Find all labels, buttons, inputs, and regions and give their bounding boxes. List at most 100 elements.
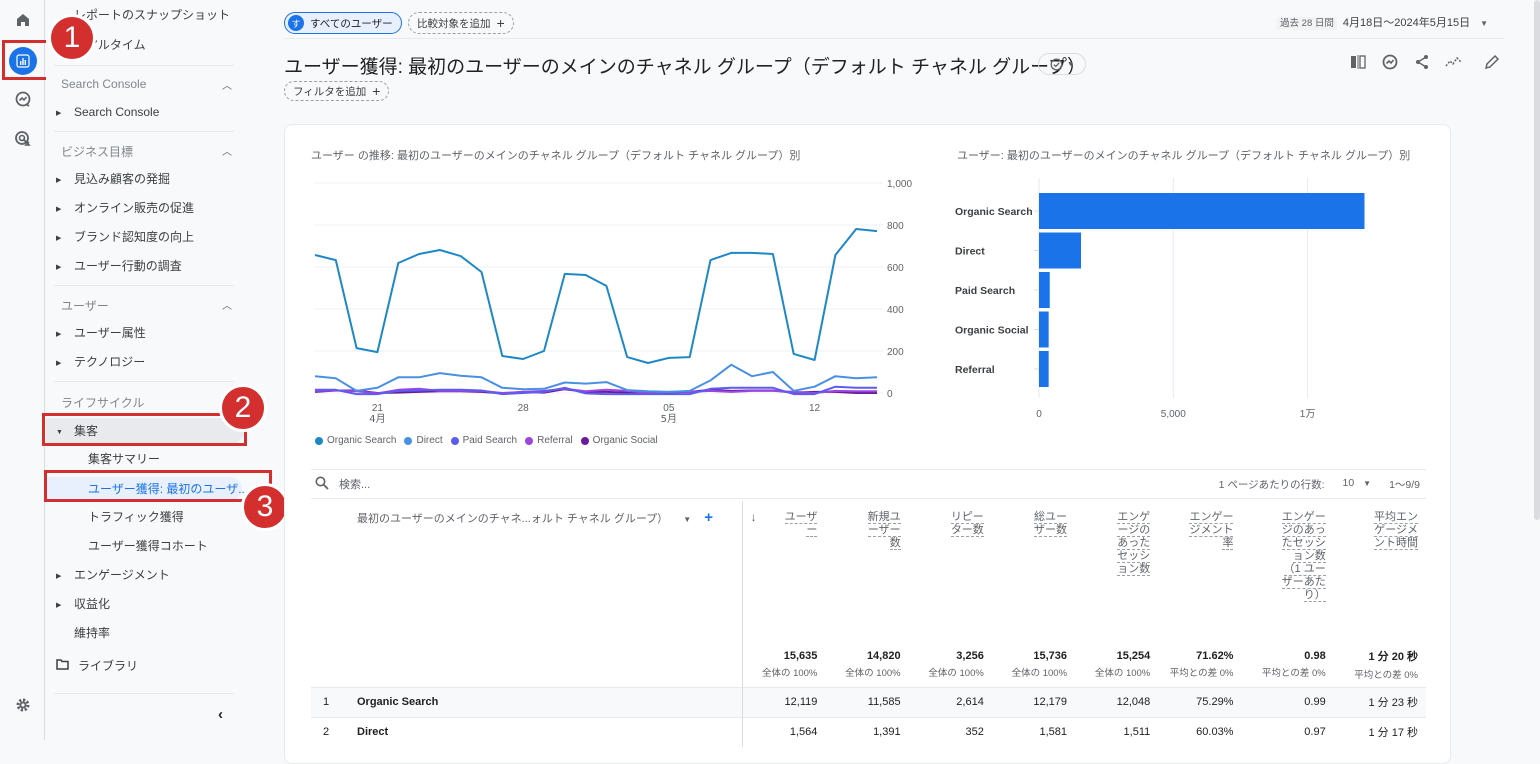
share-icon[interactable] xyxy=(1412,52,1432,72)
advertising-icon[interactable] xyxy=(8,124,38,154)
legend-label: Organic Search xyxy=(327,435,397,446)
table-cell: 1 分 17 秒 xyxy=(1333,716,1426,747)
date-range-picker[interactable]: 過去 28 日間 4月18日〜2024年5月15日 ▼ xyxy=(1277,14,1488,30)
x-tick-label: 21 xyxy=(372,403,384,414)
table-cell: 60.03% xyxy=(1158,716,1242,747)
sidebar-item-demographics[interactable]: ▶ ユーザー属性 xyxy=(56,321,146,345)
settings-icon[interactable] xyxy=(8,690,38,720)
category-label: Direct xyxy=(955,246,985,258)
annotation-badge-2: 2 xyxy=(219,384,267,432)
folder-icon xyxy=(56,654,78,678)
column-header-engaged-sessions-per-user[interactable]: エンゲージのあったセッション数（1 ユーザーあたり） xyxy=(1241,501,1333,643)
total-cell: 15,254 全体の 100% xyxy=(1075,643,1158,687)
cell-text: Direct xyxy=(357,726,389,739)
sidebar-item-online-sales[interactable]: ▶ オンライン販売の促進 xyxy=(56,196,194,220)
sidebar-item-search-console[interactable]: ▶ Search Console xyxy=(56,100,159,124)
table-cell: 1,391 xyxy=(825,716,909,747)
cell-text: リピーター数 xyxy=(950,511,984,537)
table-row[interactable]: 1 Organic Search 12,119 11,585 2,614 12,179 1… xyxy=(311,686,1426,717)
table-cell: 12,179 xyxy=(991,686,1076,717)
sidebar-item-library[interactable]: ライブラリ xyxy=(56,654,138,678)
caret-right-icon: ▶ xyxy=(56,264,62,271)
home-icon[interactable] xyxy=(8,5,38,35)
cell-text: 71.62% xyxy=(1196,650,1234,663)
cell-text: 全体の 100% xyxy=(761,668,818,680)
data-table: 最初のユーザーのメインのチャネ...ォルト チャネル グループ） ▼ + ↓ ユー… xyxy=(311,501,1426,747)
table-cell xyxy=(311,643,743,687)
icon-rail xyxy=(0,0,45,740)
page-scrollbar[interactable] xyxy=(1534,0,1540,520)
sidebar-item-user-acquisition-cohort[interactable]: ユーザー獲得コホート xyxy=(88,534,208,558)
column-header-engaged-sessions[interactable]: エンゲージのあったセッション数 xyxy=(1075,501,1158,643)
x-tick-label: 5,000 xyxy=(1161,409,1186,420)
legend-label: Referral xyxy=(537,435,573,446)
cell-text: ユーザー xyxy=(784,511,818,537)
x-tick-label: 28 xyxy=(518,403,530,414)
insights-icon[interactable] xyxy=(1380,52,1400,72)
cell-text: 全体の 100% xyxy=(1011,668,1068,680)
bar xyxy=(1039,272,1050,308)
cell-text: 15,254 xyxy=(1116,650,1151,663)
explore-icon[interactable] xyxy=(8,84,38,114)
table-row[interactable]: 2 Direct 1,564 1,391 352 1,581 1,511 60.03% 0.9… xyxy=(311,716,1426,747)
add-dimension-icon[interactable]: + xyxy=(704,509,713,526)
sidebar-item-technology[interactable]: ▶ テクノロジー xyxy=(56,350,145,374)
chevron-up-icon[interactable]: ︿ xyxy=(222,297,232,312)
legend-item[interactable]: Organic Social xyxy=(580,435,658,446)
add-comparison-button[interactable]: 比較対象を追加 + xyxy=(408,12,514,34)
sidebar-item-monetization[interactable]: ▶ 収益化 xyxy=(56,592,110,616)
column-header-new-users[interactable]: 新規ユーザー数 xyxy=(825,501,908,643)
legend-item[interactable]: Paid Search xyxy=(450,435,517,446)
column-header-avg-engagement-time[interactable]: 平均エンゲージメント時間 xyxy=(1334,501,1426,643)
cell-text: 14,820 xyxy=(866,650,901,663)
cell-text: Organic Search xyxy=(357,696,439,708)
sidebar-item-snapshot[interactable]: レポートのスナップショット xyxy=(74,3,230,27)
y-tick-label: 400 xyxy=(887,305,904,316)
table-cell: 2,614 xyxy=(908,686,992,717)
edit-icon[interactable] xyxy=(1482,52,1502,72)
column-header-total-users[interactable]: 総ユーザー数 xyxy=(992,501,1075,643)
caret-right-icon: ▶ xyxy=(56,235,62,242)
search-input[interactable]: 検索... xyxy=(339,476,370,492)
segment-avatar: す xyxy=(288,15,304,31)
sidebar-item-brand-awareness[interactable]: ▶ ブランド認知度の向上 xyxy=(56,225,194,249)
caret-down-icon[interactable]: ▼ xyxy=(683,515,691,524)
legend-item[interactable]: Referral xyxy=(525,435,573,446)
y-tick-label: 0 xyxy=(887,389,893,400)
add-filter-button[interactable]: フィルタを追加 + xyxy=(284,81,390,101)
chevron-left-icon[interactable]: ‹ xyxy=(218,706,223,723)
chevron-up-icon[interactable]: ︿ xyxy=(222,77,232,92)
report-toolbar xyxy=(1348,52,1502,72)
legend-item[interactable]: Organic Search xyxy=(315,435,396,446)
total-cell: 14,820 全体の 100% xyxy=(825,643,908,687)
legend-dot-icon xyxy=(315,436,323,445)
sort-arrow-icon: ↓ xyxy=(750,510,757,524)
column-header-returning-users[interactable]: リピーター数 xyxy=(909,501,992,643)
anomaly-icon[interactable] xyxy=(1444,52,1464,72)
cell-text: 0.98 xyxy=(1304,650,1326,663)
sidebar-item-user-behavior[interactable]: ▶ ユーザー行動の調査 xyxy=(56,254,182,278)
sidebar-item-engagement[interactable]: ▶ エンゲージメント xyxy=(56,563,170,587)
column-header-users[interactable]: ↓ ユーザー xyxy=(742,501,825,643)
bar xyxy=(1039,193,1365,229)
compare-icon[interactable] xyxy=(1348,52,1368,72)
rows-per-page-select[interactable]: 10 ▼ xyxy=(1343,477,1372,492)
caret-down-icon: ▼ xyxy=(1067,60,1074,68)
dimension-header[interactable]: 最初のユーザーのメインのチャネ...ォルト チャネル グループ） ▼ + xyxy=(311,501,743,643)
cell-text: エンゲージメント率 xyxy=(1189,511,1234,550)
totals-row: 15,635 全体の 100% 14,820 全体の 100% 3,256 全体の 1… xyxy=(311,643,1426,687)
segment-chip[interactable]: す すべてのユーザー xyxy=(284,12,402,34)
bar-chart-title: ユーザー: 最初のユーザーのメインのチャネル グループ（デフォルト チャネル グ… xyxy=(957,150,1411,162)
legend-item[interactable]: Direct xyxy=(404,435,443,446)
sidebar-item-acquisition-overview[interactable]: 集客サマリー xyxy=(88,447,160,471)
column-header-engagement-rate[interactable]: エンゲージメント率 xyxy=(1158,501,1241,643)
sidebar-item-leads[interactable]: ▶ 見込み顧客の発掘 xyxy=(56,167,170,191)
sidebar-item-retention[interactable]: 維持率 xyxy=(74,621,110,645)
table-cell: 12,048 xyxy=(1075,686,1159,717)
caret-down-icon: ▼ xyxy=(1480,19,1488,28)
y-tick-label: 600 xyxy=(887,263,904,274)
sidebar-item-traffic-acquisition[interactable]: トラフィック獲得 xyxy=(88,505,184,529)
series-line-direct xyxy=(314,363,878,393)
chevron-up-icon[interactable]: ︿ xyxy=(222,143,232,158)
report-status-button[interactable]: ▼ xyxy=(1038,53,1086,75)
